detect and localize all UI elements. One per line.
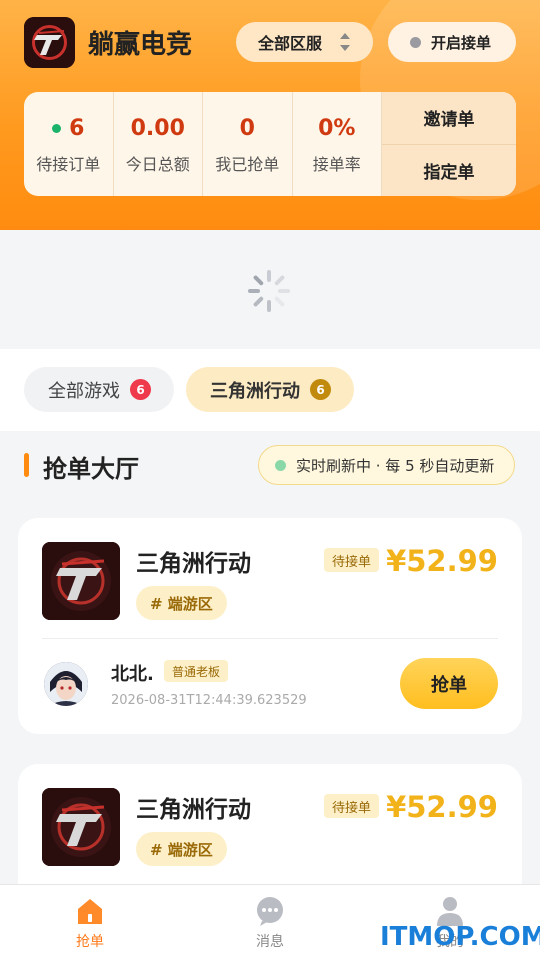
avatar[interactable] (44, 662, 88, 706)
game-thumbnail (42, 788, 120, 866)
status-badge: 待接单 (324, 548, 380, 572)
region-selector-label: 全部区服 (258, 34, 323, 53)
tab-all-games[interactable]: 全部游戏 6 (24, 367, 174, 412)
order-type-buttons: 邀请单 指定单 (382, 92, 516, 196)
app-logo (24, 17, 75, 68)
loading-area (0, 230, 540, 348)
watermark: ITMOP.COM (380, 922, 540, 952)
status-dot (410, 36, 421, 48)
status-badge: 待接单 (324, 794, 380, 818)
live-refresh-status: 实时刷新中 · 每 5 秒自动更新 (258, 445, 515, 485)
sort-arrows-icon (340, 33, 350, 51)
stat-value: 0% (318, 115, 356, 141)
accept-orders-label: 开启接单 (431, 33, 492, 52)
stat-label: 我已抢单 (215, 155, 280, 174)
tab-label: 三角洲行动 (210, 380, 300, 402)
stat-label: 接单率 (312, 155, 361, 174)
region-selector[interactable]: 全部区服 (236, 22, 373, 62)
loading-spinner-icon (248, 270, 290, 312)
game-thumbnail (42, 542, 120, 620)
message-icon (257, 897, 283, 926)
tab-delta-force[interactable]: 三角洲行动 6 (186, 367, 354, 412)
invite-orders-button[interactable]: 邀请单 (382, 92, 516, 144)
grab-order-button[interactable]: 抢单 (400, 658, 498, 709)
zone-tag: # 端游区 (136, 832, 227, 866)
stat-pending-orders[interactable]: 6 待接订单 (24, 92, 114, 196)
user-name: 北北. (111, 664, 154, 685)
count-badge: 6 (310, 379, 331, 400)
order-time: 2026-08-31T12:44:39.623529 (111, 693, 307, 708)
stat-value: 0 (239, 115, 255, 141)
zone-tag: # 端游区 (136, 586, 227, 620)
section-header: 抢单大厅 实时刷新中 · 每 5 秒自动更新 (0, 431, 540, 501)
stat-label: 今日总额 (125, 155, 190, 174)
stat-value: 0.00 (130, 115, 185, 141)
order-price: ¥52.99 (386, 544, 498, 578)
live-status-text: 实时刷新中 · 每 5 秒自动更新 (296, 456, 495, 475)
accept-orders-toggle[interactable]: 开启接单 (388, 22, 516, 62)
nav-label: 抢单 (76, 934, 104, 950)
section-accent-bar (24, 453, 29, 477)
nav-item-messages[interactable]: 消息 (230, 895, 310, 951)
game-tabs: 全部游戏 6 三角洲行动 6 (0, 349, 540, 431)
stats-panel: 6 待接订单 0.00 今日总额 0 我已抢单 0% 接单率 邀请单 指定单 (24, 92, 516, 196)
game-name: 三角洲行动 (136, 551, 251, 577)
nav-label: 消息 (256, 934, 284, 950)
stat-today-total[interactable]: 0.00 今日总额 (114, 92, 203, 196)
stat-accept-rate[interactable]: 0% 接单率 (293, 92, 382, 196)
game-name: 三角洲行动 (136, 797, 251, 823)
nav-item-grab[interactable]: 抢单 (50, 895, 130, 951)
live-dot (275, 459, 286, 471)
divider (42, 638, 498, 639)
count-badge: 6 (130, 379, 151, 400)
assigned-orders-button[interactable]: 指定单 (382, 143, 516, 197)
online-dot (52, 123, 62, 133)
header: 躺赢电竞 全部区服 开启接单 6 待接订单 0.00 今日总额 0 我已抢单 0… (0, 0, 540, 230)
order-price: ¥52.99 (386, 790, 498, 824)
stat-label: 待接订单 (36, 155, 101, 174)
home-icon (78, 899, 102, 924)
app-title: 躺赢电竞 (88, 30, 193, 60)
order-card[interactable]: 三角洲行动 待接单 ¥52.99 # 端游区 北北. 普通老板 2026-08-… (18, 518, 522, 734)
stat-value: 6 (69, 115, 85, 141)
section-title: 抢单大厅 (43, 455, 139, 483)
stat-grabbed[interactable]: 0 我已抢单 (203, 92, 293, 196)
tab-label: 全部游戏 (48, 380, 120, 402)
user-tag: 普通老板 (164, 660, 229, 682)
